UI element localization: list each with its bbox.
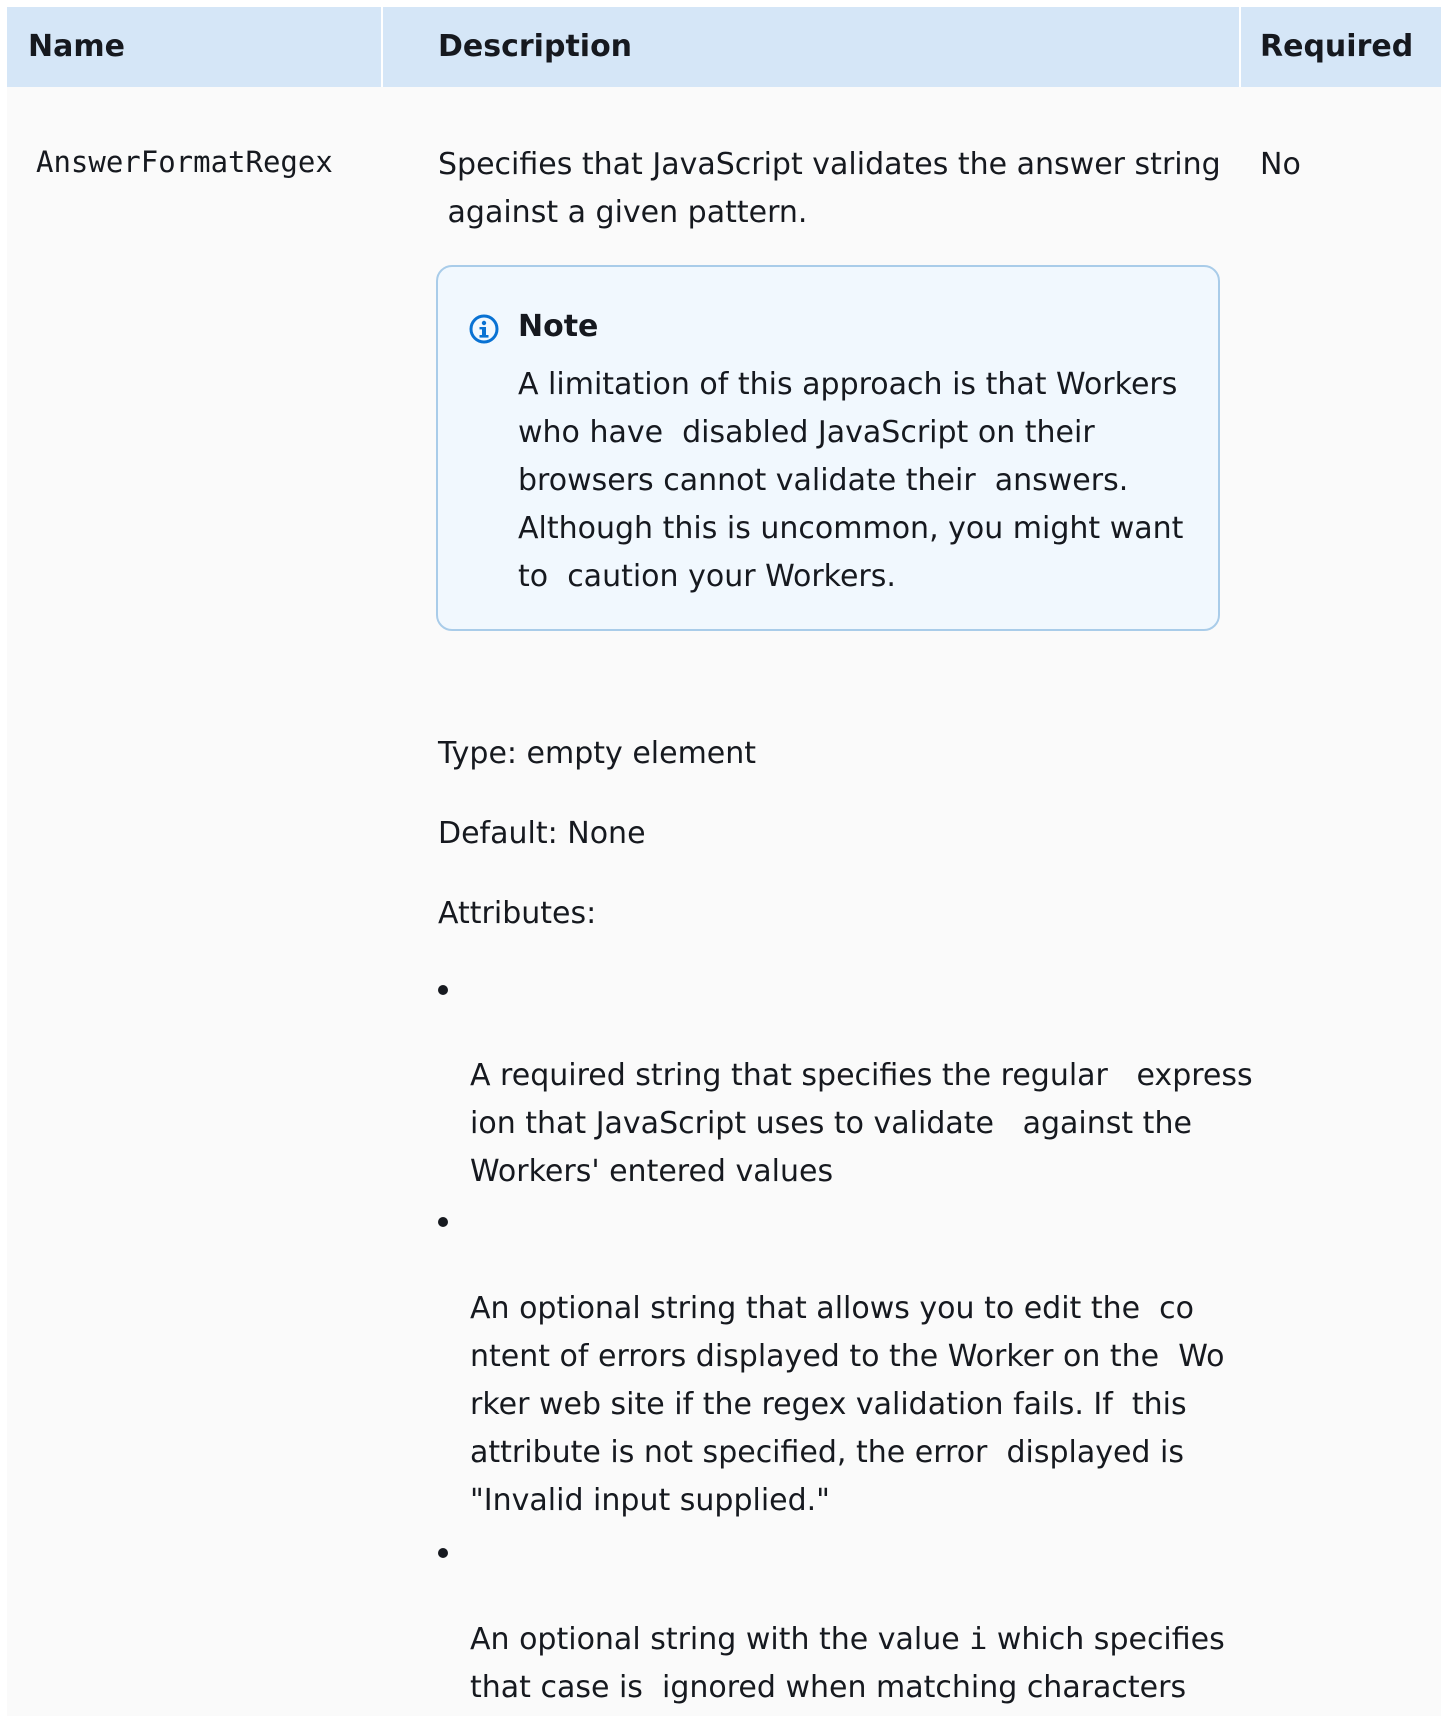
attribute-line: An optional string that allows you to ed…	[470, 1291, 1195, 1326]
note-body: A limitation of this approach is that Wo…	[518, 361, 1198, 601]
description-line: against a given pattern.	[438, 195, 808, 230]
attribute-text: An optional string with the value	[470, 1622, 970, 1657]
parameter-name: AnswerFormatRegex	[36, 145, 333, 179]
header-required: Required	[1260, 29, 1414, 64]
info-icon	[469, 314, 499, 344]
parameter-required: No	[1260, 147, 1301, 182]
note-line: Although this is uncommon, you might wan…	[518, 511, 1184, 546]
attribute-line: A required string that specifies the reg…	[470, 1058, 1253, 1093]
type-text: Type: empty element	[438, 736, 757, 771]
note-line: browsers cannot validate their answers.	[518, 463, 1129, 498]
bullet-dot	[438, 1548, 448, 1558]
note-line: to caution your Workers.	[518, 559, 896, 594]
attribute-line: ion that JavaScript uses to validate aga…	[470, 1106, 1192, 1141]
attribute-item: A required string that specifies the reg…	[470, 1052, 1253, 1196]
attribute-text: which specifies	[987, 1622, 1225, 1657]
attribute-line: ntent of errors displayed to the Worker …	[470, 1339, 1225, 1374]
parameter-table: Name Description Required AnswerFormatRe…	[7, 7, 1441, 1716]
attribute-line: An optional string with the value i whic…	[470, 1616, 1230, 1664]
bullet-dot	[438, 985, 448, 995]
note-callout: Note A limitation of this approach is th…	[436, 265, 1220, 631]
header-separator	[1239, 7, 1241, 87]
attributes-label: Attributes:	[438, 896, 597, 931]
header-description: Description	[438, 29, 633, 64]
attribute-line: that case is ignored when matching chara…	[470, 1670, 1187, 1705]
attribute-line: attribute is not specified, the error di…	[470, 1435, 1184, 1470]
header-name: Name	[28, 29, 125, 64]
attribute-line: rker web site if the regex validation fa…	[470, 1387, 1187, 1422]
note-line: who have disabled JavaScript on their	[518, 415, 1095, 450]
note-line: A limitation of this approach is that Wo…	[518, 367, 1178, 402]
description-line: Specifies that JavaScript validates the …	[438, 147, 1221, 182]
attribute-item: An optional string that allows you to ed…	[470, 1285, 1230, 1525]
attribute-line: "Invalid input supplied."	[470, 1483, 830, 1518]
table-header-row: Name Description Required	[7, 7, 1441, 87]
parameter-description: Specifies that JavaScript validates the …	[438, 141, 1228, 237]
default-text: Default: None	[438, 816, 646, 851]
header-separator	[381, 7, 383, 87]
bullet-dot	[438, 1217, 448, 1227]
note-title: Note	[518, 309, 599, 344]
attribute-line: Workers' entered values	[470, 1154, 834, 1189]
attribute-code: i	[969, 1622, 988, 1657]
attribute-item: An optional string with the value i whic…	[470, 1616, 1230, 1712]
